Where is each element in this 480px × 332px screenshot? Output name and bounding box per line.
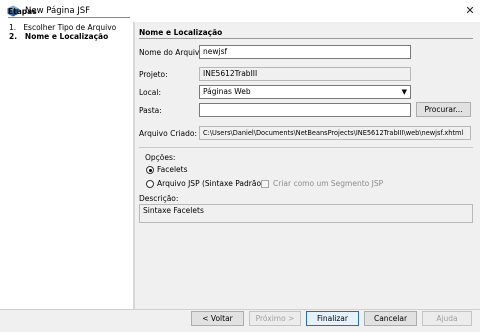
chevron-down-icon: ▼ xyxy=(401,88,407,96)
steps-separator xyxy=(133,22,135,309)
step-number: 1. xyxy=(9,23,17,32)
panel-title-divider xyxy=(139,38,473,39)
jsp-radio[interactable] xyxy=(146,180,154,188)
options-divider xyxy=(139,147,473,148)
browse-button[interactable]: Procurar... xyxy=(416,102,471,117)
segment-checkbox[interactable] xyxy=(261,180,269,188)
back-button[interactable]: < Voltar xyxy=(191,311,244,326)
help-button[interactable]: Ajuda xyxy=(422,311,472,326)
file-name-label: Nome do Arquivo: xyxy=(139,48,207,57)
folder-label: Pasta: xyxy=(139,106,162,115)
finish-button[interactable]: Finalizar xyxy=(306,311,359,326)
created-file-field: C:\Users\Daniel\Documents\NetBeansProjec… xyxy=(199,126,471,140)
step-item-1: 1. Escolher Tipo de Arquivo xyxy=(9,23,116,32)
footer-divider xyxy=(0,309,480,310)
step-label: Escolher Tipo de Arquivo xyxy=(23,23,117,32)
facelets-radio[interactable] xyxy=(146,166,154,174)
cancel-button[interactable]: Cancelar xyxy=(364,311,417,326)
steps-panel xyxy=(0,22,135,309)
steps-title: Etapas xyxy=(8,7,37,16)
folder-input[interactable] xyxy=(199,103,411,117)
project-field: INE5612TrabIII xyxy=(199,67,411,81)
options-label: Opções: xyxy=(145,153,176,162)
next-button[interactable]: Próximo > xyxy=(249,311,301,326)
location-select[interactable]: Páginas Web ▼ xyxy=(199,85,411,99)
created-file-label: Arquivo Criado: xyxy=(139,129,197,138)
step-number: 2. xyxy=(9,32,18,41)
jsp-label: Arquivo JSP (Sintaxe Padrão) xyxy=(157,179,264,188)
location-value: Páginas Web xyxy=(203,87,251,96)
segment-label: Criar como um Segmento JSP xyxy=(273,179,384,188)
description-label: Descrição: xyxy=(139,194,179,203)
location-label: Local: xyxy=(139,88,161,97)
description-box: Sintaxe Facelets xyxy=(139,204,473,223)
step-item-2: 2. Nome e Localização xyxy=(9,32,108,41)
panel-title: Nome e Localização xyxy=(139,28,223,37)
close-icon[interactable]: ✕ xyxy=(462,3,478,19)
steps-divider xyxy=(8,17,130,18)
file-name-input[interactable]: newjsf xyxy=(199,45,411,59)
project-label: Projeto: xyxy=(139,70,168,79)
step-label: Nome e Localização xyxy=(24,32,109,41)
facelets-label: Facelets xyxy=(157,165,188,174)
